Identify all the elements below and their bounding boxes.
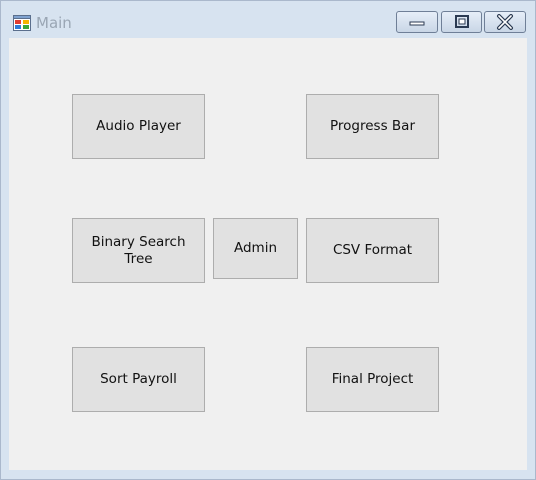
close-button[interactable]	[484, 11, 526, 33]
form-icon	[13, 15, 31, 31]
window-title: Main	[36, 14, 72, 32]
main-window: Main Audio Player Progress Bar Binary Se…	[0, 0, 536, 480]
close-icon	[497, 14, 513, 30]
admin-button[interactable]: Admin	[213, 218, 298, 279]
minimize-button[interactable]	[396, 11, 438, 33]
progress-bar-button[interactable]: Progress Bar	[306, 94, 439, 159]
binary-search-tree-button[interactable]: Binary Search Tree	[72, 218, 205, 283]
csv-format-button[interactable]: CSV Format	[306, 218, 439, 283]
form-client-area: Audio Player Progress Bar Binary Search …	[9, 38, 527, 470]
minimize-icon	[409, 21, 425, 26]
title-bar[interactable]: Main	[1, 1, 535, 37]
sort-payroll-button[interactable]: Sort Payroll	[72, 347, 205, 412]
maximize-icon	[454, 15, 469, 28]
final-project-button[interactable]: Final Project	[306, 347, 439, 412]
maximize-button[interactable]	[441, 11, 482, 33]
audio-player-button[interactable]: Audio Player	[72, 94, 205, 159]
